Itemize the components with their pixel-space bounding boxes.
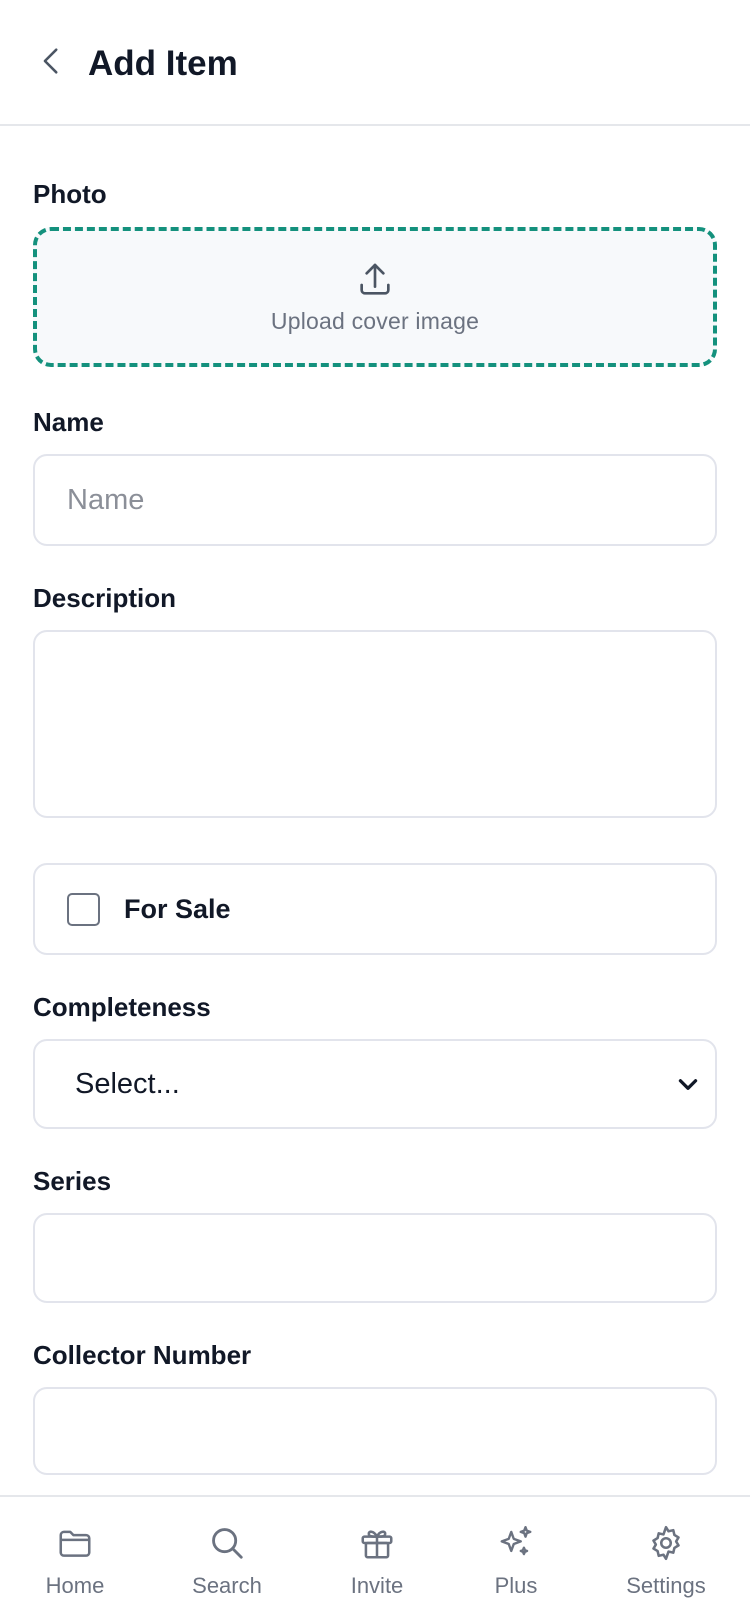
upload-text: Upload cover image xyxy=(270,307,480,334)
search-icon xyxy=(208,1523,246,1563)
collector-number-label: Collector Number xyxy=(33,1340,252,1370)
chevron-left-icon xyxy=(35,44,69,83)
name-field-container xyxy=(33,454,717,546)
nav-label-plus: Plus xyxy=(494,1573,538,1598)
series-input[interactable] xyxy=(35,1215,715,1301)
back-button[interactable] xyxy=(30,38,74,88)
completeness-select[interactable]: Select... xyxy=(35,1041,715,1127)
for-sale-container: For Sale xyxy=(33,863,717,955)
nav-item-search[interactable]: Search xyxy=(167,1497,287,1617)
nav-item-plus[interactable]: Plus xyxy=(456,1497,576,1617)
description-textarea[interactable] xyxy=(35,632,715,816)
upload-icon xyxy=(355,260,395,300)
gear-icon xyxy=(647,1523,685,1563)
series-field-container xyxy=(33,1213,717,1303)
nav-label-invite: Invite xyxy=(350,1573,404,1598)
chevron-down-icon xyxy=(675,1071,701,1097)
completeness-label: Completeness xyxy=(33,992,211,1022)
gift-icon xyxy=(358,1523,396,1563)
folder-icon xyxy=(56,1523,94,1563)
nav-label-settings: Settings xyxy=(626,1573,706,1598)
for-sale-checkbox[interactable] xyxy=(67,892,100,926)
upload-cover-image-dropzone[interactable]: Upload cover image xyxy=(33,227,717,367)
nav-item-home[interactable]: Home xyxy=(15,1497,135,1617)
nav-label-search: Search xyxy=(192,1573,262,1598)
series-label: Series xyxy=(33,1166,112,1196)
photo-label: Photo xyxy=(33,179,107,209)
header: Add Item xyxy=(0,0,750,126)
nav-label-home: Home xyxy=(45,1573,105,1598)
nav-item-invite[interactable]: Invite xyxy=(317,1497,437,1617)
nav-item-settings[interactable]: Settings xyxy=(606,1497,726,1617)
sparkles-icon xyxy=(497,1523,535,1563)
add-item-screen: Add Item Photo Upload cover image Name D… xyxy=(0,0,750,1624)
collector-number-input[interactable] xyxy=(35,1389,715,1473)
page-title: Add Item xyxy=(88,44,238,83)
collector-number-field-container xyxy=(33,1387,717,1475)
completeness-select-container: Select... xyxy=(33,1039,717,1129)
bottom-nav: Home Search Invite Plus Settings xyxy=(0,1495,750,1624)
name-input[interactable] xyxy=(35,456,715,544)
name-label: Name xyxy=(33,407,104,437)
completeness-selected-value: Select... xyxy=(75,1067,180,1100)
for-sale-toggle[interactable]: For Sale xyxy=(35,865,715,953)
for-sale-label: For Sale xyxy=(124,893,231,924)
description-field-container xyxy=(33,630,717,818)
description-label: Description xyxy=(33,583,177,613)
